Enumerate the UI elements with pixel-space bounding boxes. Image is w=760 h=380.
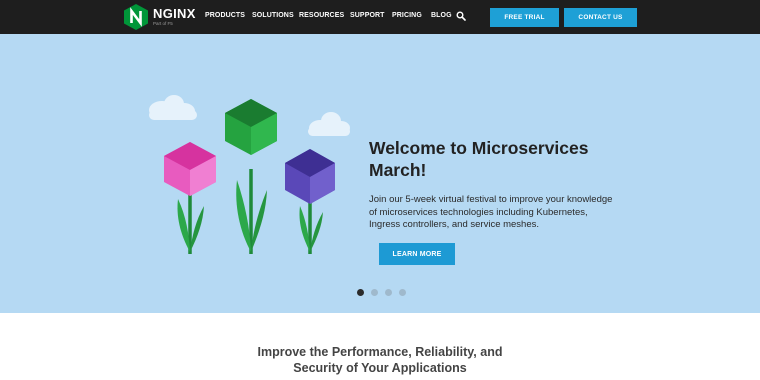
- nginx-hexagon-icon: [124, 4, 148, 30]
- top-navigation-bar: NGINX Part of F5 PRODUCTS SOLUTIONS RESO…: [0, 0, 760, 34]
- hero-title: Welcome to Microservices March!: [369, 138, 589, 180]
- carousel-dot-2[interactable]: [371, 289, 378, 296]
- section-heading-line-1: Improve the Performance, Reliability, an…: [257, 345, 503, 359]
- carousel-dot-1[interactable]: [357, 289, 364, 296]
- nav-blog[interactable]: BLOG: [431, 12, 452, 19]
- carousel-dot-3[interactable]: [385, 289, 392, 296]
- cloud-left-icon: [149, 95, 197, 120]
- learn-more-button[interactable]: LEARN MORE: [379, 243, 455, 265]
- search-icon[interactable]: [456, 11, 466, 21]
- section-heading: Improve the Performance, Reliability, an…: [180, 344, 580, 376]
- section-heading-line-2: Security of Your Applications: [293, 361, 467, 375]
- hero-description: Join our 5-week virtual festival to impr…: [369, 194, 613, 230]
- free-trial-button[interactable]: FREE TRIAL: [490, 8, 559, 27]
- nav-pricing[interactable]: PRICING: [392, 12, 422, 19]
- green-flower-icon: [225, 99, 277, 254]
- nav-resources[interactable]: RESOURCES: [299, 12, 344, 19]
- nav-products[interactable]: PRODUCTS: [205, 12, 245, 19]
- flowers-illustration: [149, 95, 350, 254]
- hero-banner: Welcome to Microservices March! Join our…: [0, 34, 760, 313]
- nav-solutions[interactable]: SOLUTIONS: [252, 12, 294, 19]
- carousel-indicators: [357, 289, 406, 296]
- nav-support[interactable]: SUPPORT: [350, 12, 385, 19]
- contact-us-button[interactable]: CONTACT US: [564, 8, 637, 27]
- pink-flower-icon: [164, 142, 216, 254]
- carousel-dot-4[interactable]: [399, 289, 406, 296]
- logo-wordmark: NGINX: [153, 6, 196, 21]
- logo-subtitle: Part of F5: [153, 21, 173, 26]
- nginx-logo[interactable]: NGINX Part of F5: [124, 4, 196, 30]
- purple-flower-icon: [285, 149, 335, 254]
- cloud-right-icon: [308, 112, 350, 136]
